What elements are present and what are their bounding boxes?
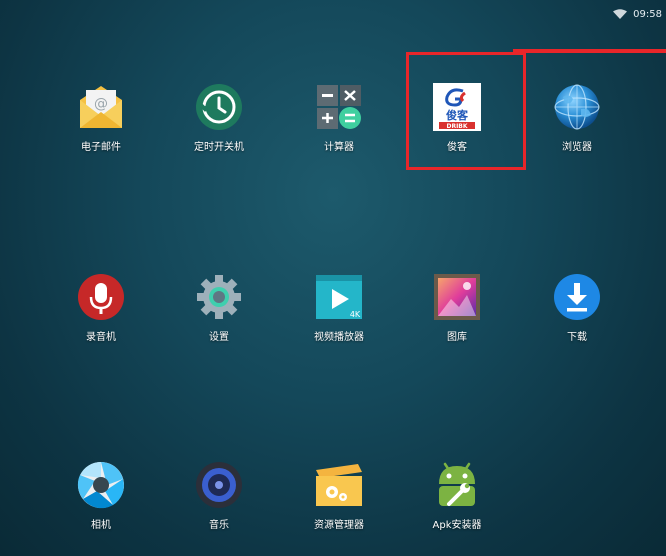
calculator-icon bbox=[314, 82, 364, 132]
clock-history-icon bbox=[194, 82, 244, 132]
download-icon bbox=[552, 272, 602, 322]
android-wrench-icon bbox=[432, 460, 482, 510]
folder-gears-icon bbox=[314, 460, 364, 510]
app-music[interactable]: 音乐 bbox=[169, 460, 269, 531]
app-gallery[interactable]: 图库 bbox=[407, 272, 507, 343]
app-video-player-label: 视频播放器 bbox=[314, 332, 364, 343]
app-recorder[interactable]: 录音机 bbox=[51, 272, 151, 343]
app-video-player[interactable]: 4K 视频播放器 bbox=[289, 272, 389, 343]
app-calculator-label: 计算器 bbox=[324, 142, 354, 153]
app-gallery-label: 图库 bbox=[447, 332, 467, 343]
app-apk-installer-label: Apk安装器 bbox=[432, 520, 482, 531]
app-browser-label: 浏览器 bbox=[562, 142, 592, 153]
app-email[interactable]: @ 电子邮件 bbox=[51, 82, 151, 153]
app-calculator[interactable]: 计算器 bbox=[289, 82, 389, 153]
app-file-manager-label: 资源管理器 bbox=[314, 520, 364, 531]
gear-icon bbox=[194, 272, 244, 322]
email-icon: @ bbox=[76, 82, 126, 132]
app-camera[interactable]: 相机 bbox=[51, 460, 151, 531]
home-screen: 09:58 @ 电子邮件 定时开关机 计算器 俊客 DRIBK 俊客 浏览器 录… bbox=[5, 4, 666, 554]
wifi-icon bbox=[613, 9, 628, 19]
app-timer[interactable]: 定时开关机 bbox=[169, 82, 269, 153]
highlight-box bbox=[406, 52, 526, 170]
video-play-icon: 4K bbox=[314, 272, 364, 322]
app-timer-label: 定时开关机 bbox=[194, 142, 244, 153]
highlight-line bbox=[513, 49, 666, 53]
speaker-icon bbox=[194, 460, 244, 510]
camera-aperture-icon bbox=[76, 460, 126, 510]
app-email-label: 电子邮件 bbox=[81, 142, 121, 153]
app-music-label: 音乐 bbox=[209, 520, 229, 531]
app-download-label: 下载 bbox=[567, 332, 587, 343]
status-time: 09:58 bbox=[633, 8, 662, 20]
app-camera-label: 相机 bbox=[91, 520, 111, 531]
status-bar: 09:58 bbox=[613, 4, 666, 24]
app-recorder-label: 录音机 bbox=[86, 332, 116, 343]
app-settings-label: 设置 bbox=[209, 332, 229, 343]
globe-icon bbox=[552, 82, 602, 132]
svg-text:@: @ bbox=[94, 96, 108, 112]
app-browser[interactable]: 浏览器 bbox=[527, 82, 627, 153]
gallery-icon bbox=[432, 272, 482, 322]
microphone-icon bbox=[76, 272, 126, 322]
app-apk-installer[interactable]: Apk安装器 bbox=[407, 460, 507, 531]
app-settings[interactable]: 设置 bbox=[169, 272, 269, 343]
app-download[interactable]: 下载 bbox=[527, 272, 627, 343]
app-file-manager[interactable]: 资源管理器 bbox=[289, 460, 389, 531]
svg-text:4K: 4K bbox=[350, 310, 361, 319]
